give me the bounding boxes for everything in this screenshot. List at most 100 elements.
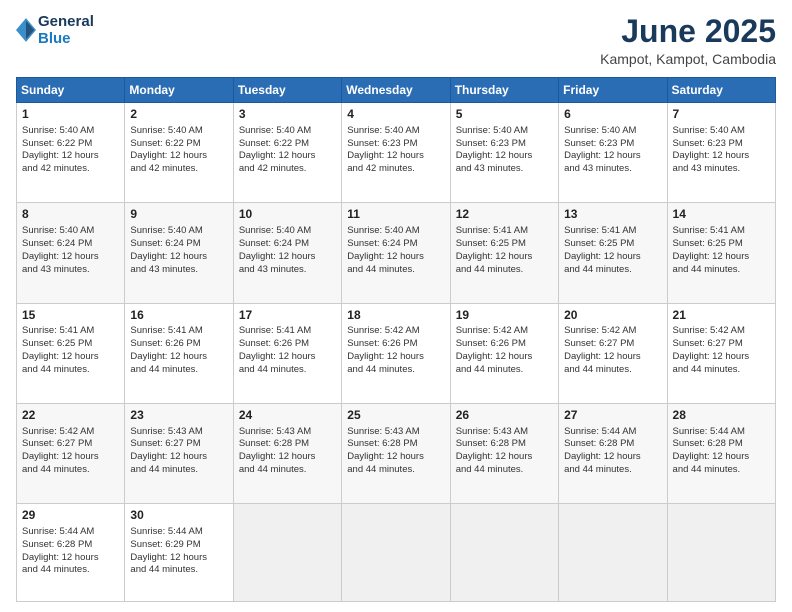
day-number: 20 bbox=[564, 308, 661, 324]
calendar-table: SundayMondayTuesdayWednesdayThursdayFrid… bbox=[16, 77, 776, 602]
day-info: Sunrise: 5:42 AM Sunset: 6:27 PM Dayligh… bbox=[673, 325, 770, 376]
day-number: 28 bbox=[673, 408, 770, 424]
calendar-cell: 23 Sunrise: 5:43 AM Sunset: 6:27 PM Dayli… bbox=[125, 404, 233, 504]
calendar-cell: 27Sunrise: 5:44 AM Sunset: 6:28 PM Dayli… bbox=[559, 404, 667, 504]
day-number: 21 bbox=[673, 308, 770, 324]
calendar-cell: 30 Sunrise: 5:44 AM Sunset: 6:29 PM Dayli… bbox=[125, 504, 233, 602]
calendar-cell bbox=[342, 504, 450, 602]
day-number: 25 bbox=[347, 408, 444, 424]
day-info: Sunrise: 5:44 AM Sunset: 6:29 PM Dayligh… bbox=[130, 526, 227, 577]
day-info: Sunrise: 5:40 AM Sunset: 6:22 PM Dayligh… bbox=[22, 125, 119, 176]
day-info: Sunrise: 5:41 AM Sunset: 6:26 PM Dayligh… bbox=[130, 325, 227, 376]
day-number: 19 bbox=[456, 308, 553, 324]
day-info: Sunrise: 5:41 AM Sunset: 6:25 PM Dayligh… bbox=[673, 225, 770, 276]
day-info: Sunrise: 5:40 AM Sunset: 6:24 PM Dayligh… bbox=[130, 225, 227, 276]
day-number: 4 bbox=[347, 107, 444, 123]
day-number: 22 bbox=[22, 408, 119, 424]
day-number: 8 bbox=[22, 207, 119, 223]
day-number: 23 bbox=[130, 408, 227, 424]
calendar-cell bbox=[667, 504, 775, 602]
calendar-week-row: 1Sunrise: 5:40 AM Sunset: 6:22 PM Daylig… bbox=[17, 103, 776, 203]
day-info: Sunrise: 5:43 AM Sunset: 6:28 PM Dayligh… bbox=[456, 426, 553, 477]
calendar-cell: 14 Sunrise: 5:41 AM Sunset: 6:25 PM Dayli… bbox=[667, 203, 775, 303]
calendar-cell: 2 Sunrise: 5:40 AM Sunset: 6:22 PM Daylig… bbox=[125, 103, 233, 203]
calendar-cell: 16Sunrise: 5:41 AM Sunset: 6:26 PM Dayli… bbox=[125, 303, 233, 403]
calendar-cell: 3 Sunrise: 5:40 AM Sunset: 6:22 PM Daylig… bbox=[233, 103, 341, 203]
day-info: Sunrise: 5:41 AM Sunset: 6:25 PM Dayligh… bbox=[22, 325, 119, 376]
col-header-friday: Friday bbox=[559, 78, 667, 103]
page: GeneralBlue June 2025 Kampot, Kampot, Ca… bbox=[0, 0, 792, 612]
logo-icon bbox=[16, 18, 36, 42]
day-info: Sunrise: 5:41 AM Sunset: 6:25 PM Dayligh… bbox=[564, 225, 661, 276]
col-header-tuesday: Tuesday bbox=[233, 78, 341, 103]
day-number: 29 bbox=[22, 508, 119, 524]
day-number: 16 bbox=[130, 308, 227, 324]
calendar-cell: 9Sunrise: 5:40 AM Sunset: 6:24 PM Daylig… bbox=[125, 203, 233, 303]
col-header-wednesday: Wednesday bbox=[342, 78, 450, 103]
day-info: Sunrise: 5:41 AM Sunset: 6:25 PM Dayligh… bbox=[456, 225, 553, 276]
calendar-cell bbox=[450, 504, 558, 602]
calendar-cell: 12Sunrise: 5:41 AM Sunset: 6:25 PM Dayli… bbox=[450, 203, 558, 303]
calendar-cell: 18Sunrise: 5:42 AM Sunset: 6:26 PM Dayli… bbox=[342, 303, 450, 403]
day-info: Sunrise: 5:40 AM Sunset: 6:23 PM Dayligh… bbox=[564, 125, 661, 176]
day-number: 14 bbox=[673, 207, 770, 223]
calendar-cell bbox=[233, 504, 341, 602]
day-info: Sunrise: 5:43 AM Sunset: 6:27 PM Dayligh… bbox=[130, 426, 227, 477]
calendar-cell: 29 Sunrise: 5:44 AM Sunset: 6:28 PM Dayli… bbox=[17, 504, 125, 602]
title-block: June 2025 Kampot, Kampot, Cambodia bbox=[600, 14, 776, 67]
col-header-thursday: Thursday bbox=[450, 78, 558, 103]
calendar-cell: 26 Sunrise: 5:43 AM Sunset: 6:28 PM Dayli… bbox=[450, 404, 558, 504]
day-info: Sunrise: 5:40 AM Sunset: 6:23 PM Dayligh… bbox=[456, 125, 553, 176]
logo-text: GeneralBlue bbox=[38, 14, 94, 47]
day-number: 15 bbox=[22, 308, 119, 324]
calendar-week-row: 8 Sunrise: 5:40 AM Sunset: 6:24 PM Daylig… bbox=[17, 203, 776, 303]
day-number: 18 bbox=[347, 308, 444, 324]
day-info: Sunrise: 5:40 AM Sunset: 6:24 PM Dayligh… bbox=[347, 225, 444, 276]
day-info: Sunrise: 5:40 AM Sunset: 6:24 PM Dayligh… bbox=[22, 225, 119, 276]
day-info: Sunrise: 5:41 AM Sunset: 6:26 PM Dayligh… bbox=[239, 325, 336, 376]
calendar-cell: 28 Sunrise: 5:44 AM Sunset: 6:28 PM Dayli… bbox=[667, 404, 775, 504]
calendar-week-row: 22 Sunrise: 5:42 AM Sunset: 6:27 PM Dayli… bbox=[17, 404, 776, 504]
day-number: 6 bbox=[564, 107, 661, 123]
calendar-cell: 10 Sunrise: 5:40 AM Sunset: 6:24 PM Dayli… bbox=[233, 203, 341, 303]
day-number: 11 bbox=[347, 207, 444, 223]
calendar-cell: 25 Sunrise: 5:43 AM Sunset: 6:28 PM Dayli… bbox=[342, 404, 450, 504]
calendar-cell: 15Sunrise: 5:41 AM Sunset: 6:25 PM Dayli… bbox=[17, 303, 125, 403]
day-number: 3 bbox=[239, 107, 336, 123]
day-number: 2 bbox=[130, 107, 227, 123]
calendar-week-row: 15Sunrise: 5:41 AM Sunset: 6:25 PM Dayli… bbox=[17, 303, 776, 403]
calendar-week-row: 29 Sunrise: 5:44 AM Sunset: 6:28 PM Dayli… bbox=[17, 504, 776, 602]
calendar-cell: 17Sunrise: 5:41 AM Sunset: 6:26 PM Dayli… bbox=[233, 303, 341, 403]
calendar-cell bbox=[559, 504, 667, 602]
calendar-cell: 5Sunrise: 5:40 AM Sunset: 6:23 PM Daylig… bbox=[450, 103, 558, 203]
day-info: Sunrise: 5:43 AM Sunset: 6:28 PM Dayligh… bbox=[347, 426, 444, 477]
calendar-cell: 24Sunrise: 5:43 AM Sunset: 6:28 PM Dayli… bbox=[233, 404, 341, 504]
location: Kampot, Kampot, Cambodia bbox=[600, 51, 776, 67]
month-title: June 2025 bbox=[600, 14, 776, 49]
calendar-cell: 13 Sunrise: 5:41 AM Sunset: 6:25 PM Dayli… bbox=[559, 203, 667, 303]
calendar-cell: 22 Sunrise: 5:42 AM Sunset: 6:27 PM Dayli… bbox=[17, 404, 125, 504]
col-header-monday: Monday bbox=[125, 78, 233, 103]
day-info: Sunrise: 5:44 AM Sunset: 6:28 PM Dayligh… bbox=[22, 526, 119, 577]
day-info: Sunrise: 5:44 AM Sunset: 6:28 PM Dayligh… bbox=[564, 426, 661, 477]
calendar-cell: 21Sunrise: 5:42 AM Sunset: 6:27 PM Dayli… bbox=[667, 303, 775, 403]
day-info: Sunrise: 5:44 AM Sunset: 6:28 PM Dayligh… bbox=[673, 426, 770, 477]
day-info: Sunrise: 5:40 AM Sunset: 6:22 PM Dayligh… bbox=[239, 125, 336, 176]
calendar-cell: 6 Sunrise: 5:40 AM Sunset: 6:23 PM Daylig… bbox=[559, 103, 667, 203]
logo: GeneralBlue bbox=[16, 14, 94, 47]
day-info: Sunrise: 5:42 AM Sunset: 6:27 PM Dayligh… bbox=[22, 426, 119, 477]
day-info: Sunrise: 5:40 AM Sunset: 6:22 PM Dayligh… bbox=[130, 125, 227, 176]
day-number: 30 bbox=[130, 508, 227, 524]
col-header-sunday: Sunday bbox=[17, 78, 125, 103]
day-info: Sunrise: 5:42 AM Sunset: 6:26 PM Dayligh… bbox=[456, 325, 553, 376]
calendar-cell: 19Sunrise: 5:42 AM Sunset: 6:26 PM Dayli… bbox=[450, 303, 558, 403]
day-info: Sunrise: 5:40 AM Sunset: 6:23 PM Dayligh… bbox=[347, 125, 444, 176]
day-number: 10 bbox=[239, 207, 336, 223]
calendar-cell: 7Sunrise: 5:40 AM Sunset: 6:23 PM Daylig… bbox=[667, 103, 775, 203]
day-number: 13 bbox=[564, 207, 661, 223]
day-number: 7 bbox=[673, 107, 770, 123]
calendar-cell: 4 Sunrise: 5:40 AM Sunset: 6:23 PM Daylig… bbox=[342, 103, 450, 203]
day-number: 26 bbox=[456, 408, 553, 424]
day-info: Sunrise: 5:40 AM Sunset: 6:24 PM Dayligh… bbox=[239, 225, 336, 276]
day-number: 17 bbox=[239, 308, 336, 324]
